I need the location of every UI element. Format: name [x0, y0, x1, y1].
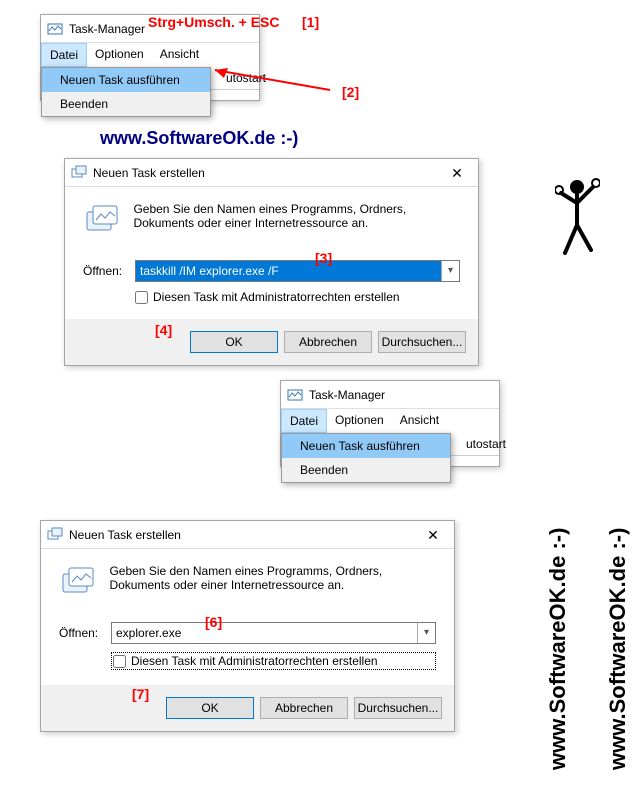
- chevron-down-icon[interactable]: ▾: [441, 261, 459, 281]
- datei-dropdown: Neuen Task ausführen Beenden: [281, 433, 451, 483]
- run-dialog-2: Neuen Task erstellen ✕ Geben Sie den Nam…: [40, 520, 455, 732]
- dropdown-new-task[interactable]: Neuen Task ausführen: [282, 434, 450, 458]
- task-manager-window-2: Task-Manager Datei Optionen Ansicht Neue…: [280, 380, 500, 467]
- dropdown-new-task[interactable]: Neuen Task ausführen: [42, 68, 210, 92]
- run-description: Geben Sie den Namen eines Programms, Ord…: [109, 564, 429, 592]
- window-title: Task-Manager: [69, 22, 145, 36]
- menu-datei[interactable]: Datei: [281, 409, 327, 433]
- menu-optionen[interactable]: Optionen: [327, 409, 392, 433]
- annotation-6: [6]: [205, 614, 222, 630]
- ok-button[interactable]: OK: [166, 697, 254, 719]
- titlebar: Neuen Task erstellen ✕: [41, 521, 454, 549]
- annotation-7: [7]: [132, 686, 149, 702]
- run-dialog-1: Neuen Task erstellen ✕ Geben Sie den Nam…: [64, 158, 479, 366]
- dropdown-beenden[interactable]: Beenden: [282, 458, 450, 482]
- annotation-4: [4]: [155, 322, 172, 338]
- window-title: Neuen Task erstellen: [69, 528, 181, 542]
- watermark-horizontal: www.SoftwareOK.de :-): [100, 128, 298, 149]
- datei-dropdown: Neuen Task ausführen Beenden: [41, 67, 211, 117]
- close-button[interactable]: ✕: [418, 525, 448, 545]
- admin-check-label: Diesen Task mit Administratorrechten ers…: [131, 654, 378, 668]
- decorative-figure-icon: [555, 175, 600, 275]
- titlebar: Neuen Task erstellen ✕: [65, 159, 478, 187]
- menu-ansicht[interactable]: Ansicht: [152, 43, 207, 67]
- close-button[interactable]: ✕: [442, 163, 472, 183]
- button-row: OK Abbrechen Durchsuchen...: [41, 685, 454, 731]
- annotation-1: [1]: [302, 14, 319, 30]
- browse-button[interactable]: Durchsuchen...: [378, 331, 466, 353]
- cancel-button[interactable]: Abbrechen: [260, 697, 348, 719]
- menubar: Datei Optionen Ansicht: [281, 409, 499, 433]
- taskmgr-icon: [47, 21, 63, 37]
- open-input[interactable]: [112, 623, 417, 643]
- window-title: Task-Manager: [309, 388, 385, 402]
- open-label: Öffnen:: [59, 626, 111, 640]
- browse-button[interactable]: Durchsuchen...: [354, 697, 442, 719]
- arrow-to-2: [200, 60, 340, 100]
- dropdown-beenden[interactable]: Beenden: [42, 92, 210, 116]
- run-body-icon: [59, 564, 97, 602]
- open-label: Öffnen:: [83, 264, 135, 278]
- open-input[interactable]: [136, 261, 441, 281]
- menu-datei[interactable]: Datei: [41, 43, 87, 67]
- button-row: OK Abbrechen Durchsuchen...: [65, 319, 478, 365]
- menu-optionen[interactable]: Optionen: [87, 43, 152, 67]
- window-title: Neuen Task erstellen: [93, 166, 205, 180]
- shortcut-annotation: Strg+Umsch. + ESC: [148, 14, 280, 30]
- ok-button[interactable]: OK: [190, 331, 278, 353]
- open-combo[interactable]: ▾: [111, 622, 436, 644]
- tab-autostart-partial[interactable]: utostart: [456, 433, 516, 455]
- run-description: Geben Sie den Namen eines Programms, Ord…: [133, 202, 453, 230]
- titlebar: Task-Manager: [281, 381, 499, 409]
- taskmgr-icon: [287, 387, 303, 403]
- cancel-button[interactable]: Abbrechen: [284, 331, 372, 353]
- admin-checkbox[interactable]: [135, 291, 148, 304]
- annotation-3: [3]: [315, 250, 332, 266]
- admin-check-label: Diesen Task mit Administratorrechten ers…: [153, 290, 400, 304]
- annotation-2: [2]: [342, 84, 359, 100]
- menu-ansicht[interactable]: Ansicht: [392, 409, 447, 433]
- watermark-vertical-1: www.SoftwareOK.de :-): [545, 528, 571, 770]
- chevron-down-icon[interactable]: ▾: [417, 623, 435, 643]
- run-body-icon: [83, 202, 121, 240]
- run-icon: [71, 165, 87, 181]
- run-icon: [47, 527, 63, 543]
- open-combo[interactable]: ▾: [135, 260, 460, 282]
- watermark-vertical-2: www.SoftwareOK.de :-): [605, 528, 631, 770]
- admin-checkbox[interactable]: [113, 655, 126, 668]
